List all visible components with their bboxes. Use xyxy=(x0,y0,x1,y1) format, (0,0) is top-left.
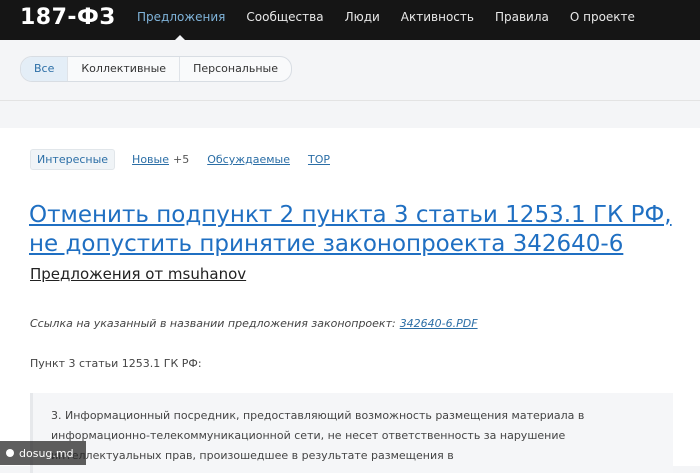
watermark-text: dosug.md xyxy=(19,446,74,460)
filter-bar: Все Коллективные Персональные xyxy=(0,40,700,101)
article-point-heading: Пункт 3 статьи 1253.1 ГК РФ: xyxy=(30,357,202,370)
nav-item-proposals[interactable]: Предложения xyxy=(137,0,225,40)
article-quote-text: 3. Информационный посредник, предоставля… xyxy=(51,409,585,462)
tab-new-label: Новые xyxy=(132,153,169,166)
nav-item-people[interactable]: Люди xyxy=(345,0,380,40)
filter-collective[interactable]: Коллективные xyxy=(68,57,181,81)
new-count-badge: +5 xyxy=(172,153,190,166)
tab-new[interactable]: Новые +5 xyxy=(132,153,189,166)
tab-discussed[interactable]: Обсуждаемые xyxy=(207,153,290,166)
proposal-title-link[interactable]: Отменить подпункт 2 пункта 3 статьи 1253… xyxy=(29,201,679,259)
sort-tabs: Интересные Новые +5 Обсуждаемые TOP xyxy=(30,149,348,170)
watermark-logo-icon xyxy=(6,449,14,457)
bill-pdf-link[interactable]: 342640-6.PDF xyxy=(400,317,478,330)
filter-all[interactable]: Все xyxy=(21,57,69,81)
main-nav: Предложения Сообщества Люди Активность П… xyxy=(137,0,656,40)
bill-link-line: Ссылка на указанный в названии предложен… xyxy=(30,317,478,330)
author-link[interactable]: Предложения от msuhanov xyxy=(30,265,246,283)
top-navbar: 187-ФЗ Предложения Сообщества Люди Актив… xyxy=(0,0,700,40)
proposal-type-filter: Все Коллективные Персональные xyxy=(20,56,292,82)
nav-item-communities[interactable]: Сообщества xyxy=(246,0,323,40)
proposal-card: Интересные Новые +5 Обсуждаемые TOP Отмен… xyxy=(0,128,700,473)
watermark: dosug.md xyxy=(0,441,86,465)
tab-top[interactable]: TOP xyxy=(308,153,330,166)
nav-item-rules[interactable]: Правила xyxy=(495,0,549,40)
bill-link-caption: Ссылка на указанный в названии предложен… xyxy=(30,317,396,330)
nav-item-about[interactable]: О проекте xyxy=(570,0,635,40)
filter-personal[interactable]: Персональные xyxy=(180,57,291,81)
tab-interesting[interactable]: Интересные xyxy=(30,149,116,170)
article-quote: 3. Информационный посредник, предоставля… xyxy=(30,393,673,473)
nav-item-activity[interactable]: Активность xyxy=(401,0,474,40)
site-logo[interactable]: 187-ФЗ xyxy=(20,5,116,30)
